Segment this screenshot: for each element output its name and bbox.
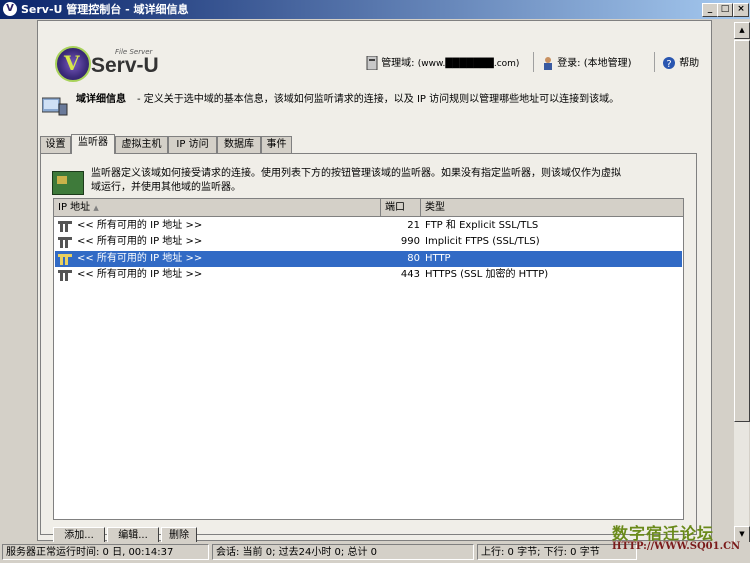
header-divider xyxy=(654,52,655,72)
maximize-button[interactable]: □ xyxy=(717,3,733,17)
tab-ip-access[interactable]: IP 访问 xyxy=(168,136,217,153)
tab-database[interactable]: 数据库 xyxy=(217,136,261,153)
cell-port: 443 xyxy=(400,269,420,280)
column-type[interactable]: 类型 xyxy=(421,199,683,216)
listener-intro: 监听器定义该域如何接受请求的连接。使用列表下方的按钮管理该域的监听器。如果没有指… xyxy=(91,167,681,195)
svg-text:?: ? xyxy=(666,59,671,70)
domain-value: (www.███████.com) xyxy=(417,59,520,69)
column-ip[interactable]: IP 地址 ▲ xyxy=(54,199,381,216)
login-value: (本地管理) xyxy=(583,58,632,69)
cell-type: Implicit FTPS (SSL/TLS) xyxy=(425,236,540,247)
user-icon xyxy=(544,57,552,70)
computer-info-icon xyxy=(42,97,68,116)
cell-type: FTP 和 Explicit SSL/TLS xyxy=(425,220,539,231)
login-indicator[interactable]: 登录: (本地管理) xyxy=(542,54,632,70)
status-uptime: 服务器正常运行时间: 0 日, 00:14:37 xyxy=(2,544,209,560)
table-row[interactable]: << 所有可用的 IP 地址 >> 21 FTP 和 Explicit SSL/… xyxy=(55,218,682,234)
table-row[interactable]: << 所有可用的 IP 地址 >> 990 Implicit FTPS (SSL… xyxy=(55,234,682,250)
listener-icon xyxy=(58,221,72,232)
scroll-thumb[interactable] xyxy=(734,40,750,422)
servu-app-icon: V xyxy=(3,2,17,16)
logo-v-icon: V xyxy=(64,51,80,75)
listener-icon xyxy=(58,254,72,265)
tab-events[interactable]: 事件 xyxy=(261,136,292,153)
tab-virtual-hosts[interactable]: 虚拟主机 xyxy=(115,136,168,153)
cell-port: 21 xyxy=(407,220,420,231)
cell-port: 990 xyxy=(400,236,420,247)
forum-watermark-url: HTTP://WWW.SQ01.CN xyxy=(612,541,741,552)
table-row-selected[interactable]: << 所有可用的 IP 地址 >> 80 HTTP xyxy=(55,251,682,267)
listener-intro-line1: 监听器定义该域如何接受请求的连接。使用列表下方的按钮管理该域的监听器。如果没有指… xyxy=(91,168,621,179)
cell-type: HTTPS (SSL 加密的 HTTP) xyxy=(425,269,549,280)
cell-ip: << 所有可用的 IP 地址 >> xyxy=(77,220,203,231)
page-description-text: - 定义关于选中域的基本信息，该域如何监听请求的连接，以及 IP 访问规则以管理… xyxy=(137,94,620,105)
cell-ip: << 所有可用的 IP 地址 >> xyxy=(77,253,203,264)
cell-port: 80 xyxy=(407,253,420,264)
cell-ip: << 所有可用的 IP 地址 >> xyxy=(77,269,203,280)
cell-type: HTTP xyxy=(425,253,451,264)
listener-icon xyxy=(58,270,72,281)
help-link[interactable]: ? 帮助 xyxy=(662,54,699,70)
help-icon: ? xyxy=(663,57,675,70)
logo-wordmark: Serv-U xyxy=(91,54,159,77)
listener-intro-line2: 域运行，并使用其他域的监听器。 xyxy=(91,182,241,193)
header-divider xyxy=(533,52,534,72)
domain-indicator[interactable]: 管理域: (www.███████.com) xyxy=(366,54,519,70)
close-button[interactable]: × xyxy=(733,3,749,17)
table-row[interactable]: << 所有可用的 IP 地址 >> 443 HTTPS (SSL 加密的 HTT… xyxy=(55,267,682,283)
domain-label: 管理域: xyxy=(381,58,415,69)
tab-listeners[interactable]: 监听器 xyxy=(71,134,115,154)
scroll-up-icon[interactable]: ▲ xyxy=(734,22,750,39)
sort-ascending-icon: ▲ xyxy=(93,204,99,212)
vertical-scrollbar[interactable]: ▲ ▼ xyxy=(734,22,750,543)
help-label: 帮助 xyxy=(679,58,700,69)
tab-settings[interactable]: 设置 xyxy=(40,136,71,153)
title-bar: V Serv-U 管理控制台 - 域详细信息 _ □ × xyxy=(0,0,750,19)
window-title: Serv-U 管理控制台 - 域详细信息 xyxy=(21,3,189,16)
column-ip-label: IP 地址 xyxy=(58,202,91,213)
listener-icon xyxy=(58,237,72,248)
server-icon xyxy=(366,56,378,70)
column-port[interactable]: 端口 xyxy=(381,199,421,216)
minimize-button[interactable]: _ xyxy=(702,3,718,17)
list-header: IP 地址 ▲ 端口 类型 xyxy=(54,199,683,217)
cell-ip: << 所有可用的 IP 地址 >> xyxy=(77,236,203,247)
page-title: 域详细信息 xyxy=(76,94,126,105)
listener-list[interactable]: IP 地址 ▲ 端口 类型 << 所有可用的 IP 地址 >> 21 FTP 和… xyxy=(53,198,684,520)
servu-logo: V File Server Serv-U xyxy=(55,46,173,82)
status-sessions: 会话: 当前 0; 过去24小时 0; 总计 0 xyxy=(212,544,474,560)
network-card-icon xyxy=(52,171,84,195)
page-description: 域详细信息 - 定义关于选中域的基本信息，该域如何监听请求的连接，以及 IP 访… xyxy=(42,88,702,118)
login-label: 登录: xyxy=(557,58,581,69)
